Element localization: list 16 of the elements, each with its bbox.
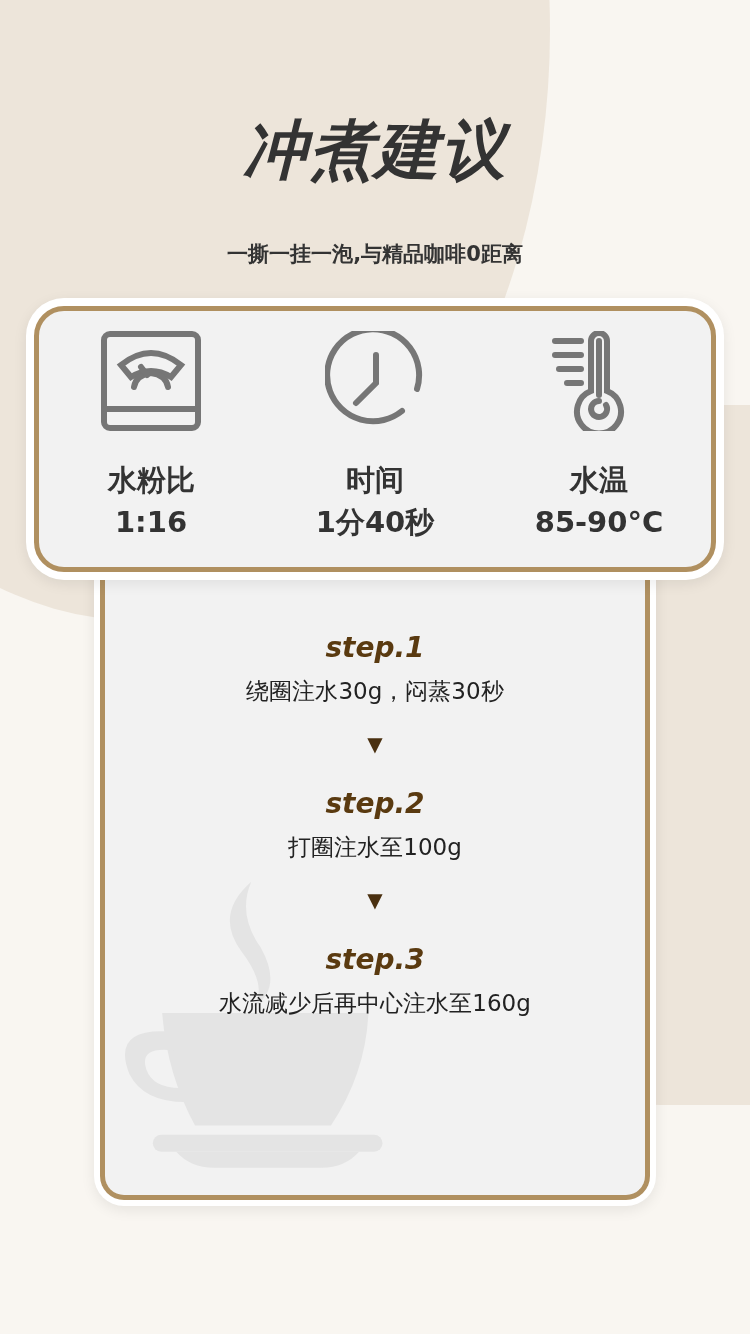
step-text: 打圈注水至100g xyxy=(288,833,462,862)
down-arrow: ▼ xyxy=(367,731,383,758)
subtitle: 一撕一挂一泡,与精品咖啡0距离 xyxy=(227,241,523,268)
parameter-label: 水温 xyxy=(570,462,628,499)
step-label: step.1 xyxy=(325,630,425,666)
step-label: step.3 xyxy=(325,942,425,978)
parameter-value: 1:16 xyxy=(114,504,188,541)
step-text: 绕圈注水30g，闷蒸30秒 xyxy=(246,677,504,706)
scale-icon xyxy=(101,331,201,431)
step-text: 水流减少后再中心注水至160g xyxy=(219,989,531,1018)
step-label: step.2 xyxy=(325,786,425,822)
down-arrow: ▼ xyxy=(367,887,383,914)
parameter-label: 时间 xyxy=(346,462,404,499)
parameter-value: 1分40秒 xyxy=(315,504,435,541)
parameter-label: 水粉比 xyxy=(107,462,195,499)
parameter-value: 85-90°C xyxy=(534,504,664,541)
